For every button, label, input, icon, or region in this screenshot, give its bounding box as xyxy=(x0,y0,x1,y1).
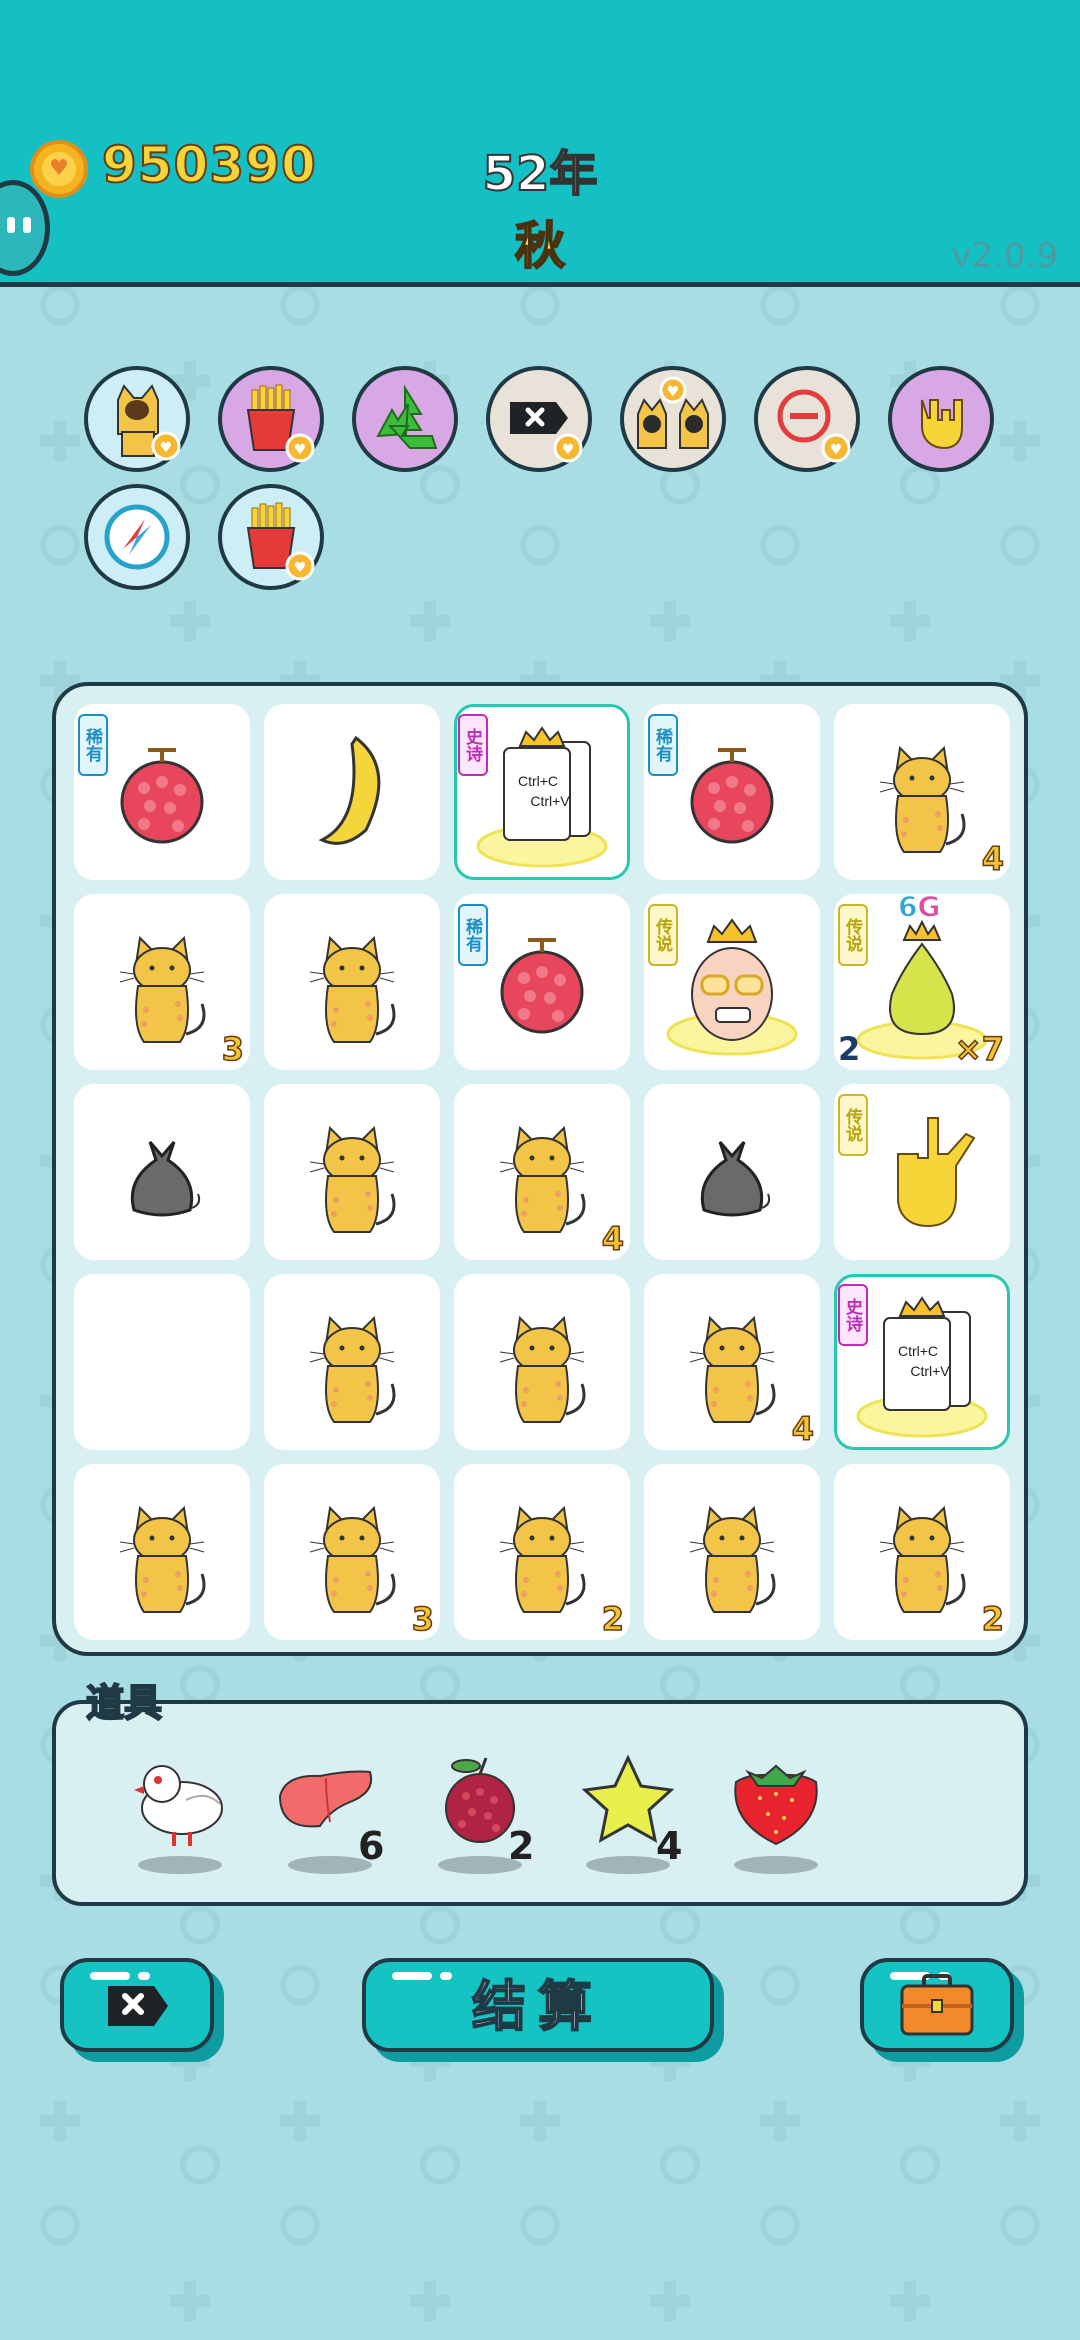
remove-button[interactable] xyxy=(60,1958,214,2052)
board-cell-empty[interactable] xyxy=(74,1274,250,1450)
stack-count: 3 xyxy=(411,1599,435,1639)
cat-icon xyxy=(689,1505,776,1613)
board-cell-lychee[interactable]: 稀有 xyxy=(644,704,820,880)
board-cell-ctrl-cv[interactable]: Ctrl+C Ctrl+V 史诗 xyxy=(834,1274,1010,1450)
items-title: 道具 xyxy=(85,1680,163,1726)
counter-top: 6G xyxy=(897,890,941,924)
board-cell-lychee[interactable]: 稀有 xyxy=(74,704,250,880)
ctrl-v-label: Ctrl+V xyxy=(910,1363,950,1379)
ctrl-c-label: Ctrl+C xyxy=(518,773,558,789)
stack-count: 4 xyxy=(601,1219,625,1259)
year-label: 52年 xyxy=(482,145,599,203)
trash-bag-icon xyxy=(700,1141,771,1217)
coin-count: 950390 xyxy=(101,135,317,195)
cat-icon xyxy=(309,1315,396,1423)
cat-icon xyxy=(309,935,396,1043)
fries-icon[interactable]: ♥ xyxy=(218,366,324,472)
rarity-badge: 传说 xyxy=(838,904,868,966)
stack-count: 4 xyxy=(981,839,1005,879)
cat-eating-icon[interactable]: ♥ xyxy=(84,366,190,472)
board-cell-pear-king[interactable]: 传说 ×7 2 6G xyxy=(834,890,1010,1070)
stack-count: 4 xyxy=(791,1409,815,1449)
rarity-badge: 史诗 xyxy=(458,714,488,776)
board-cell-cat[interactable] xyxy=(74,1464,250,1640)
cat-icon xyxy=(309,1125,396,1233)
minus-circle-icon[interactable]: ♥ xyxy=(754,366,860,472)
item-count: 2 xyxy=(508,1824,535,1868)
rarity-badge: 稀有 xyxy=(648,714,678,776)
svg-text:♥: ♥ xyxy=(667,384,680,400)
dove-icon[interactable] xyxy=(116,1744,246,1884)
recycle-icon[interactable] xyxy=(352,366,458,472)
board-cell-cat[interactable]: 4 xyxy=(834,704,1010,880)
top-bar: ♥ 950390 52年 秋 v2.0.9 xyxy=(0,0,1080,287)
board-cell-cat[interactable]: 3 xyxy=(74,894,250,1070)
item-count: 4 xyxy=(656,1824,683,1868)
fries-icon-2[interactable]: ♥ xyxy=(218,484,324,590)
svg-text:♥: ♥ xyxy=(294,560,307,576)
rarity-badge: 史诗 xyxy=(838,1284,868,1346)
rarity-badge: 传说 xyxy=(648,904,678,966)
stack-count: 2 xyxy=(601,1599,625,1639)
strawberry-icon[interactable] xyxy=(712,1744,842,1884)
board-cell-cat[interactable]: 4 xyxy=(644,1274,820,1450)
coin-icon: ♥ xyxy=(30,140,88,198)
board-cell-banana[interactable] xyxy=(264,704,440,880)
svg-text:♥: ♥ xyxy=(294,442,307,458)
star-icon[interactable]: 4 xyxy=(564,1744,694,1884)
ctrl-v-label: Ctrl+V xyxy=(530,793,570,809)
briefcase-icon xyxy=(900,1974,974,2036)
remove-tag-icon xyxy=(108,1986,168,2026)
remove-tag-icon[interactable]: ♥ xyxy=(486,366,592,472)
bayberry-icon[interactable]: 2 xyxy=(416,1744,546,1884)
board-cell-cat[interactable] xyxy=(644,1464,820,1640)
inventory-button[interactable] xyxy=(860,1958,1014,2052)
avatar[interactable] xyxy=(0,180,50,276)
board-cell-cat[interactable] xyxy=(264,1274,440,1450)
counter-top-b: G xyxy=(917,890,941,924)
cat-glasses-icon[interactable]: ♥ xyxy=(620,366,726,472)
board-cell-cat[interactable]: 2 xyxy=(834,1464,1010,1640)
board-cell-cat[interactable] xyxy=(264,1084,440,1260)
cat-icon xyxy=(499,1315,586,1423)
stack-count: 3 xyxy=(221,1029,245,1069)
cat-icon xyxy=(119,1505,206,1613)
settle-button[interactable]: 结算 xyxy=(362,1958,714,2052)
svg-text:♥: ♥ xyxy=(562,442,575,458)
counter-top-a: 6 xyxy=(897,890,918,924)
board-cell-trash-bag[interactable] xyxy=(74,1084,250,1260)
compass-icon[interactable] xyxy=(84,484,190,590)
board-cell-cat[interactable] xyxy=(264,894,440,1070)
rock-hand-icon[interactable] xyxy=(888,366,994,472)
counter-left: 2 xyxy=(838,1030,861,1068)
ctrl-c-label: Ctrl+C xyxy=(898,1343,938,1359)
item-count: 6 xyxy=(358,1824,385,1868)
board-cell-bald-king[interactable]: 传说 xyxy=(644,894,820,1070)
slot-board: 稀有 Ctrl+C Ctrl+V 史诗 稀有 4 3 稀有 传说 传说 ×7 2 6G 4 传说 4 Ctrl+… xyxy=(52,682,1028,1656)
liver-icon[interactable]: 6 xyxy=(266,1744,396,1884)
svg-text:♥: ♥ xyxy=(160,440,173,456)
banana-icon xyxy=(318,735,381,845)
rarity-badge: 稀有 xyxy=(78,714,108,776)
board-cell-cat[interactable]: 3 xyxy=(264,1464,440,1640)
stack-count: 2 xyxy=(981,1599,1005,1639)
stack-count: ×7 xyxy=(954,1029,1005,1069)
trash-bag-icon xyxy=(130,1141,201,1217)
season-label: 秋 xyxy=(514,216,566,276)
board-cell-trash-bag[interactable] xyxy=(644,1084,820,1260)
board-cell-rock-hand[interactable]: 传说 xyxy=(834,1084,1010,1260)
rarity-badge: 稀有 xyxy=(458,904,488,966)
items-panel: 6 2 4 xyxy=(52,1700,1028,1906)
board-cell-cat[interactable]: 4 xyxy=(454,1084,630,1260)
svg-text:♥: ♥ xyxy=(830,442,843,458)
board-cell-cat[interactable] xyxy=(454,1274,630,1450)
board-cell-ctrl-cv[interactable]: Ctrl+C Ctrl+V 史诗 xyxy=(454,704,630,880)
board-cell-lychee[interactable]: 稀有 xyxy=(454,894,630,1070)
version-label: v2.0.9 xyxy=(951,236,1058,276)
board-cell-cat[interactable]: 2 xyxy=(454,1464,630,1640)
rarity-badge: 传说 xyxy=(838,1094,868,1156)
